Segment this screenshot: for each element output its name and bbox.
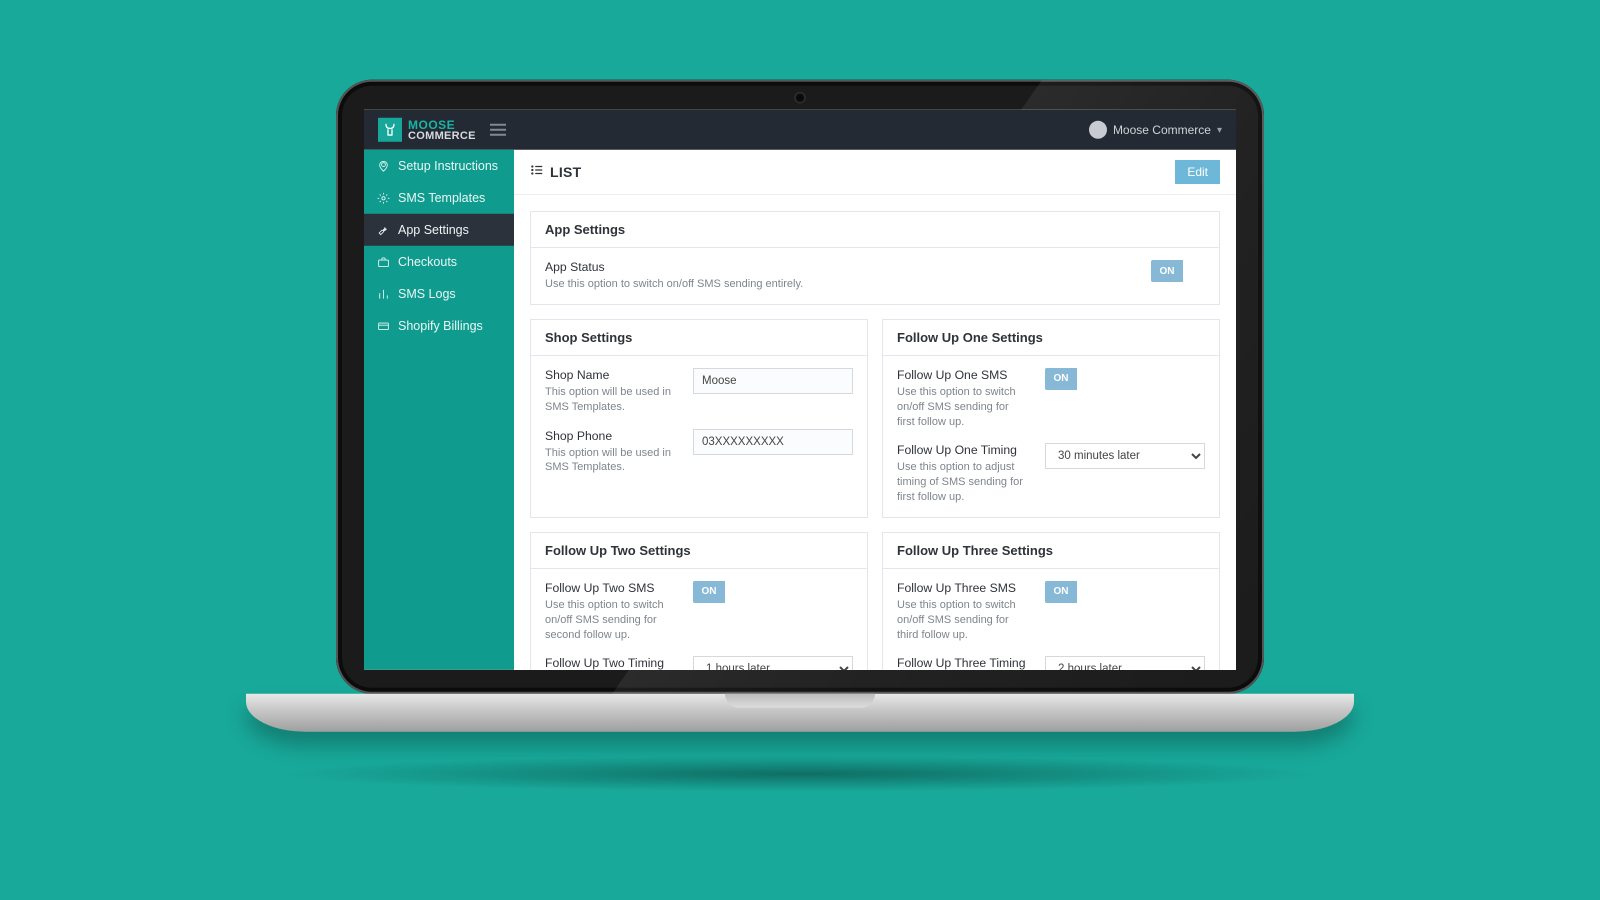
shop-phone-desc: This option will be used in SMS Template… (545, 445, 675, 475)
f1-timing-label: Follow Up One Timing (897, 443, 1027, 457)
card-app-settings: App Settings App Status Use this option … (530, 211, 1220, 305)
f2-sms-toggle[interactable]: ON (693, 581, 747, 603)
card-title: Follow Up Two Settings (531, 533, 867, 569)
page-title: LIST (550, 164, 582, 180)
bars-icon (376, 287, 390, 300)
sidebar-item-label: SMS Logs (398, 287, 456, 301)
sidebar: Setup Instructions SMS Templates App Set… (364, 150, 514, 670)
card-followup-one: Follow Up One Settings Follow Up One SMS… (882, 319, 1220, 518)
hamburger-menu-icon[interactable] (490, 124, 506, 136)
user-name: Moose Commerce (1113, 123, 1211, 137)
sidebar-item-sms-templates[interactable]: SMS Templates (364, 182, 514, 214)
card-title: Follow Up Three Settings (883, 533, 1219, 569)
user-menu[interactable]: Moose Commerce ▾ (1089, 121, 1222, 139)
f3-timing-label: Follow Up Three Timing (897, 656, 1027, 670)
card-title: Shop Settings (531, 320, 867, 356)
sidebar-item-shopify-billings[interactable]: Shopify Billings (364, 310, 514, 342)
app-status-desc: Use this option to switch on/off SMS sen… (545, 277, 1133, 292)
f3-timing-select[interactable]: 2 hours later (1045, 656, 1205, 670)
page-header: LIST Edit (514, 150, 1236, 195)
shop-phone-input[interactable] (693, 428, 853, 454)
sidebar-item-label: App Settings (398, 223, 469, 237)
shop-name-label: Shop Name (545, 368, 675, 382)
f2-timing-label: Follow Up Two Timing (545, 656, 675, 670)
f1-timing-desc: Use this option to adjust timing of SMS … (897, 460, 1027, 505)
sidebar-item-label: Checkouts (398, 255, 457, 269)
briefcase-icon (376, 255, 390, 268)
card-followup-two: Follow Up Two Settings Follow Up Two SMS… (530, 532, 868, 670)
f3-sms-label: Follow Up Three SMS (897, 581, 1027, 595)
sidebar-item-setup[interactable]: Setup Instructions (364, 150, 514, 182)
f3-sms-desc: Use this option to switch on/off SMS sen… (897, 598, 1027, 643)
brand-line1: MOOSE (408, 118, 476, 130)
f1-timing-select[interactable]: 30 minutes later (1045, 443, 1205, 469)
card-shop-settings: Shop Settings Shop Name This option will… (530, 319, 868, 518)
brand: MOOSE COMMERCE (378, 118, 476, 142)
shop-name-desc: This option will be used in SMS Template… (545, 385, 675, 415)
gear-icon (376, 191, 390, 204)
chevron-down-icon: ▾ (1217, 124, 1222, 135)
f3-sms-toggle[interactable]: ON (1045, 581, 1099, 603)
f1-sms-desc: Use this option to switch on/off SMS sen… (897, 385, 1027, 430)
card-title: App Settings (531, 212, 1219, 248)
f2-sms-desc: Use this option to switch on/off SMS sen… (545, 598, 675, 643)
list-icon (530, 162, 544, 181)
sidebar-item-app-settings[interactable]: App Settings (364, 214, 514, 246)
card-title: Follow Up One Settings (883, 320, 1219, 356)
brand-logo-icon (378, 118, 402, 142)
app-status-label: App Status (545, 260, 1133, 274)
card-followup-three: Follow Up Three Settings Follow Up Three… (882, 532, 1220, 670)
sidebar-item-sms-logs[interactable]: SMS Logs (364, 278, 514, 310)
f1-sms-toggle[interactable]: ON (1045, 368, 1099, 390)
brand-line2: COMMERCE (408, 130, 476, 141)
f1-sms-label: Follow Up One SMS (897, 368, 1027, 382)
sidebar-item-checkouts[interactable]: Checkouts (364, 246, 514, 278)
sidebar-item-label: SMS Templates (398, 191, 485, 205)
sidebar-item-label: Shopify Billings (398, 319, 483, 333)
sidebar-item-label: Setup Instructions (398, 159, 498, 173)
f2-sms-label: Follow Up Two SMS (545, 581, 675, 595)
card-icon (376, 319, 390, 332)
wrench-icon (376, 223, 390, 236)
avatar-icon (1089, 121, 1107, 139)
shop-name-input[interactable] (693, 368, 853, 394)
topbar: MOOSE COMMERCE Moose Commerce ▾ (364, 110, 1236, 150)
f2-timing-select[interactable]: 1 hours later (693, 656, 853, 670)
pin-icon (376, 159, 390, 172)
edit-button[interactable]: Edit (1175, 160, 1220, 184)
main-area: LIST Edit App Settings App Status (514, 150, 1236, 670)
app-status-toggle[interactable]: ON (1151, 260, 1205, 282)
shop-phone-label: Shop Phone (545, 428, 675, 442)
